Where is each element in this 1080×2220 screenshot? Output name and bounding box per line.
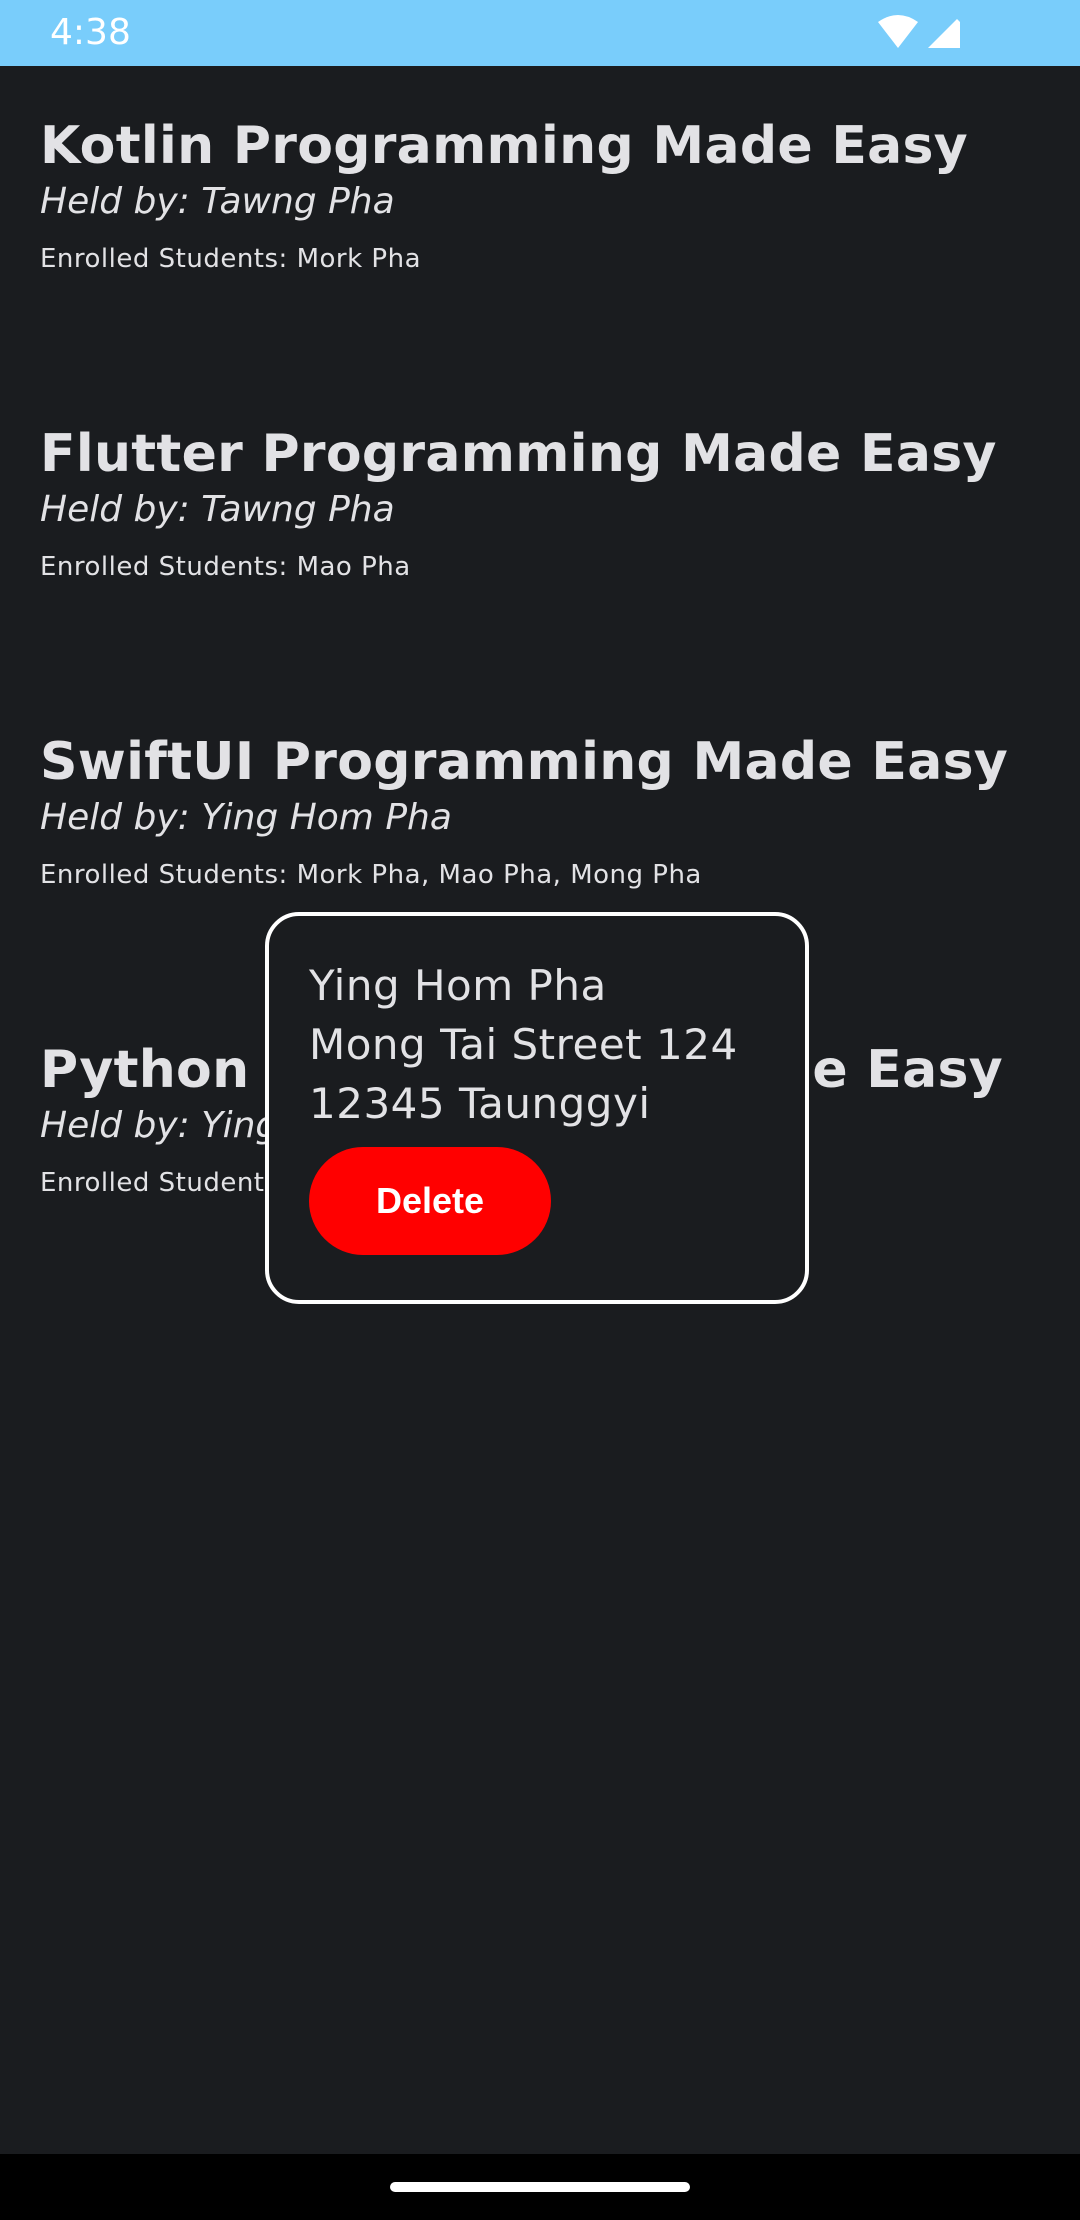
course-item-swiftui[interactable]: SwiftUI Programming Made Easy Held by: Y…: [40, 730, 1040, 890]
course-students: Enrolled Students: Mork Pha: [40, 244, 422, 274]
status-icons: [876, 14, 962, 50]
delete-button[interactable]: Delete: [309, 1147, 551, 1255]
course-title: SwiftUI Programming Made Easy: [40, 732, 1009, 792]
course-item-kotlin[interactable]: Kotlin Programming Made Easy Held by: Ta…: [40, 114, 1040, 274]
course-host: Held by: Tawng Pha: [40, 489, 395, 530]
home-indicator[interactable]: [390, 2182, 690, 2192]
wifi-icon: [878, 15, 918, 48]
course-host: Held by: Tawng Pha: [40, 181, 395, 222]
host-city: 12345 Taunggyi: [309, 1079, 651, 1128]
host-street: Mong Tai Street 124: [309, 1020, 738, 1069]
navigation-bar: [0, 2154, 1080, 2220]
host-details-popup: Ying Hom Pha Mong Tai Street 124 12345 T…: [265, 912, 809, 1304]
signal-icon: [928, 16, 960, 48]
status-time: 4:38: [50, 12, 131, 53]
status-bar: 4:38: [0, 0, 1080, 66]
course-students: Enrolled Students: Mork Pha, Mao Pha, Mo…: [40, 860, 702, 890]
course-item-flutter[interactable]: Flutter Programming Made Easy Held by: T…: [40, 422, 1040, 582]
course-title: Flutter Programming Made Easy: [40, 424, 997, 484]
course-title: Kotlin Programming Made Easy: [40, 116, 968, 176]
course-students: Enrolled Students: Mao Pha: [40, 552, 411, 582]
host-name: Ying Hom Pha: [309, 961, 607, 1010]
course-host: Held by: Ying Hom Pha: [40, 797, 452, 838]
